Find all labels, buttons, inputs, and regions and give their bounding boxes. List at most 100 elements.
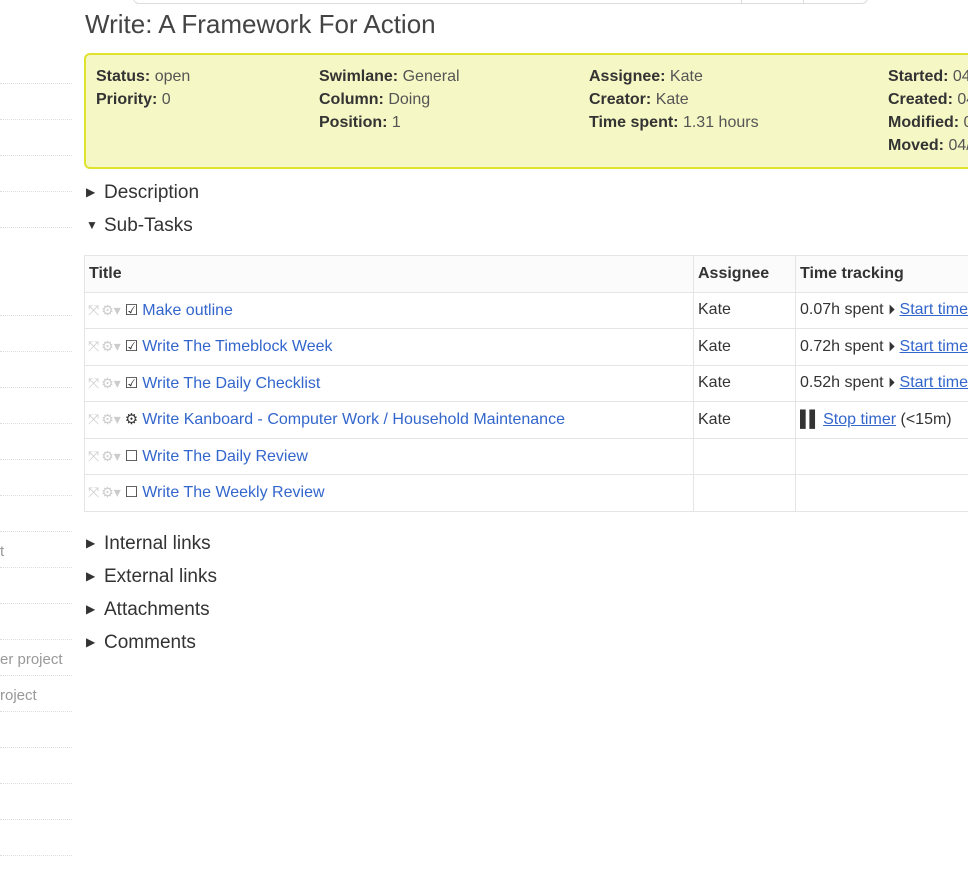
play-icon: ⏵ [888,337,896,354]
field-value: 0 [964,114,968,131]
drag-handle-icon[interactable]: ⤧ [88,338,99,354]
field-label: Creator: [589,91,652,108]
section-subtasks[interactable]: ▼ Sub-Tasks [86,215,193,237]
start-timer-link[interactable]: Start timer [900,301,968,318]
subtask-link[interactable]: Write The Daily Review [142,448,308,465]
sidebar-item[interactable]: roject [0,676,72,712]
section-comments[interactable]: ▶ Comments [86,632,196,654]
drag-handle-icon[interactable]: ⤧ [88,375,99,391]
unchecked-box-icon[interactable]: ☐ [125,448,138,465]
field-label: Swimlane: [319,68,399,85]
subtasks-table: Title Assignee Time tracking ⤧ ⚙▾ ☑ Make ou… [84,255,968,512]
subtask-link[interactable]: Write Kanboard - Computer Work / Househo… [142,411,565,428]
cell-time-tracking [795,474,968,512]
table-row: ⤧ ⚙▾ ☑ Write The Timeblock Week Kate 0.72h sp… [84,328,968,366]
spent: 0.52h spent [800,374,884,392]
sidebar-item[interactable] [0,388,72,424]
cell-assignee [693,474,796,512]
summary-col1: Status: open Priority: 0 [96,65,190,111]
field-value: Doing [388,91,431,108]
sidebar-item[interactable]: er project [0,640,72,676]
sidebar-item[interactable] [0,496,72,532]
sidebar-item[interactable] [0,712,72,748]
start-timer-link[interactable]: Start timer [900,374,968,391]
gears-icon[interactable]: ⚙ [125,411,138,428]
page-title: Write: A Framework For Action [85,9,436,39]
summary-field: Started: 04 [888,65,968,88]
timer-elapsed: (<15m) [900,410,952,428]
summary-col2: Swimlane: General Column: Doing Position: … [319,65,460,134]
gear-icon[interactable]: ⚙▾ [101,411,121,427]
search-bar[interactable] [133,0,868,4]
sidebar-item[interactable] [0,120,72,156]
stop-timer-link[interactable]: Stop timer [823,411,896,428]
subtask-link[interactable]: Write The Timeblock Week [142,338,332,355]
subtask-link[interactable]: Write The Weekly Review [142,484,324,501]
drag-handle-icon[interactable]: ⤧ [88,448,99,464]
caret-right-icon: ▶ [86,185,96,199]
sidebar-item[interactable]: t [0,532,72,568]
section-internal-links[interactable]: ▶ Internal links [86,533,211,555]
cell-assignee: Kate [693,328,796,366]
drag-handle-icon[interactable]: ⤧ [88,411,99,427]
filter-button[interactable] [803,0,867,3]
play-icon: ⏵ [888,374,896,391]
sidebar-item[interactable] [0,48,72,84]
gear-icon[interactable]: ⚙▾ [101,302,121,318]
cell-title: ⤧ ⚙▾ ☑ Write The Timeblock Week [84,328,694,366]
sidebar-item[interactable] [0,784,72,820]
cell-assignee: Kate [693,364,796,402]
section-description[interactable]: ▶ Description [86,182,199,204]
subtask-link[interactable]: Write The Daily Checklist [142,375,320,392]
cell-title: ⤧ ⚙▾ ☐ Write The Weekly Review [84,474,694,512]
sidebar-item[interactable] [0,352,72,388]
checked-box-icon[interactable]: ☑ [125,302,138,319]
field-value: 04 [957,91,968,108]
section-attachments[interactable]: ▶ Attachments [86,599,210,621]
checked-box-icon[interactable]: ☑ [125,338,138,355]
sidebar-item[interactable] [0,748,72,784]
caret-right-icon: ▶ [86,602,96,616]
sidebar-item[interactable] [0,192,72,228]
sidebar-item[interactable] [0,84,72,120]
table-row: ⤧ ⚙▾ ☐ Write The Daily Review [84,437,968,475]
sidebar: t er project roject [0,48,72,856]
sidebar-item[interactable] [0,820,72,856]
start-timer-link[interactable]: Start timer [900,338,968,355]
caret-right-icon: ▶ [86,536,96,550]
summary-field: Column: Doing [319,88,460,111]
sidebar-item[interactable] [0,568,72,604]
summary-col4: Started: 04Created: 04Modified: 0Moved: … [888,65,968,157]
summary-field: Modified: 0 [888,111,968,134]
cell-assignee: Kate [693,291,796,329]
field-value: 04 [952,68,968,85]
sidebar-item[interactable] [0,460,72,496]
drag-handle-icon[interactable]: ⤧ [88,302,99,318]
unchecked-box-icon[interactable]: ☐ [125,484,138,501]
field-label: Assignee: [589,68,666,85]
cell-title: ⤧ ⚙▾ ☐ Write The Daily Review [84,437,694,475]
search-button[interactable] [741,0,803,3]
section-external-links[interactable]: ▶ External links [86,566,217,588]
table-row: ⤧ ⚙▾ ☑ Make outline Kate 0.07h spent ⏵ Start … [84,291,968,329]
sidebar-item[interactable] [0,316,72,352]
field-label: Priority: [96,91,158,108]
cell-assignee [693,437,796,475]
gear-icon[interactable]: ⚙▾ [101,338,121,354]
caret-right-icon: ▶ [86,569,96,583]
drag-handle-icon[interactable]: ⤧ [88,484,99,500]
subtask-link[interactable]: Make outline [142,302,233,319]
cell-time-tracking: ▌▌ Stop timer (<15m) [795,401,968,439]
cell-time-tracking: 0.52h spent ⏵ Start timer [795,364,968,402]
checked-box-icon[interactable]: ☑ [125,375,138,392]
field-label: Started: [888,68,949,85]
sidebar-item[interactable] [0,156,72,192]
field-value: open [154,68,191,85]
summary-col3: Assignee: Kate Creator: Kate Time spent: 1… [589,65,759,134]
gear-icon[interactable]: ⚙▾ [101,375,121,391]
sidebar-item[interactable] [0,604,72,640]
gear-icon[interactable]: ⚙▾ [101,484,121,500]
gear-icon[interactable]: ⚙▾ [101,448,121,464]
sidebar-item[interactable] [0,424,72,460]
field-label: Modified: [888,114,960,131]
